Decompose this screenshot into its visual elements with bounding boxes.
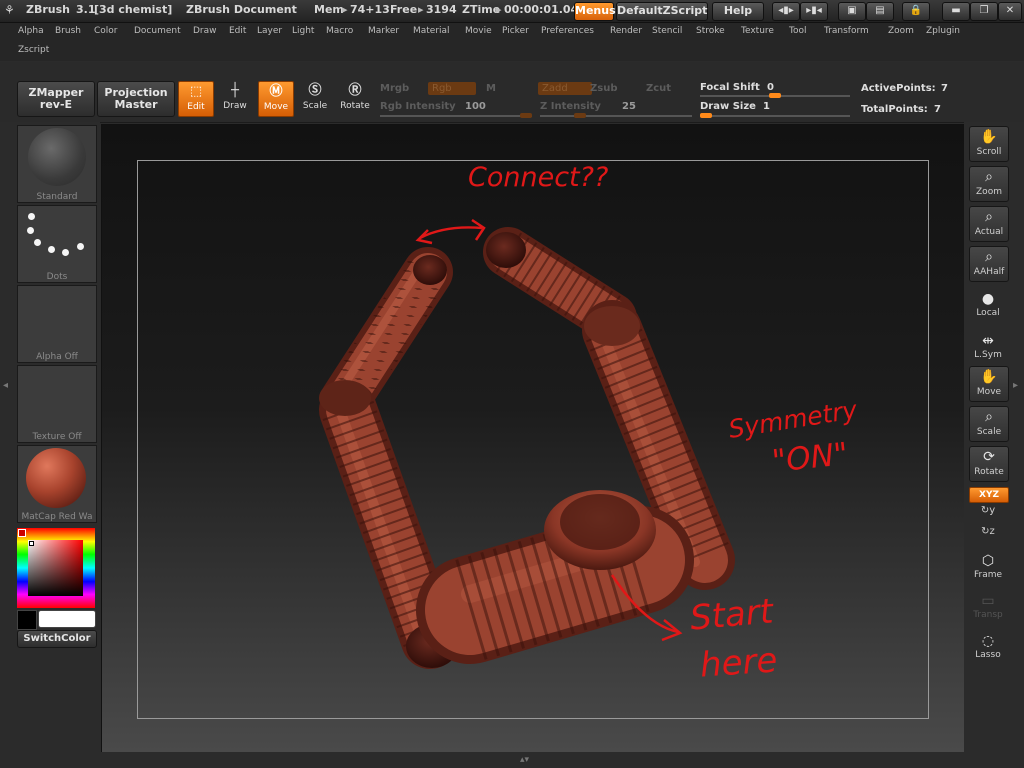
- left-joint-sphere[interactable]: [319, 380, 371, 416]
- local-icon: ●: [981, 291, 995, 307]
- aahalf-button[interactable]: ⌕ AAHalf: [969, 246, 1009, 282]
- bottom-tray-arrow-icon[interactable]: ▴▾: [520, 755, 529, 765]
- scroll-button[interactable]: ✋ Scroll: [969, 126, 1009, 162]
- actual-size-icon: ⌕: [985, 209, 993, 225]
- scale-view-icon: ⌕: [985, 409, 993, 425]
- start-sphere-shadow: [560, 494, 640, 550]
- right-tray-arrow-icon[interactable]: ▸: [1013, 380, 1021, 410]
- local-button[interactable]: ● Local: [969, 290, 1007, 318]
- transp-button[interactable]: ▭ Transp: [969, 592, 1007, 620]
- zoom-button[interactable]: ⌕ Zoom: [969, 166, 1009, 202]
- xyz-button[interactable]: XYZ: [969, 487, 1009, 503]
- lsym-icon: ⇹: [982, 333, 994, 349]
- zsphere-model[interactable]: [0, 0, 1024, 768]
- right-tip-sphere[interactable]: [486, 232, 526, 268]
- bottom-segment[interactable]: [416, 490, 694, 664]
- scale-view-button[interactable]: ⌕ Scale: [969, 406, 1009, 442]
- left-upper-segment[interactable]: [320, 247, 453, 425]
- rotate-view-button[interactable]: ⟳ Rotate: [969, 446, 1009, 482]
- left-tip-sphere[interactable]: [413, 255, 447, 285]
- start-annotation: Start: [688, 591, 775, 639]
- rotate-view-icon: ⟳: [983, 449, 995, 465]
- move-hand-icon: ✋: [980, 369, 998, 385]
- zoom-icon: ⌕: [985, 169, 993, 185]
- scroll-hand-icon: ✋: [980, 129, 998, 145]
- frame-button[interactable]: ⬡ Frame: [969, 552, 1007, 580]
- transp-icon: ▭: [981, 593, 995, 609]
- lasso-icon: ◌: [981, 633, 995, 649]
- connect-annotation: Connect??: [468, 162, 609, 193]
- lasso-button[interactable]: ◌ Lasso: [969, 632, 1007, 660]
- lsym-button[interactable]: ⇹ L.Sym: [969, 332, 1007, 360]
- frame-cube-icon: ⬡: [981, 553, 995, 569]
- y-axis-rotate-icon[interactable]: ↻y: [969, 505, 1007, 516]
- aahalf-icon: ⌕: [985, 249, 993, 265]
- connect-arrow: [419, 226, 483, 240]
- here-annotation: here: [698, 640, 779, 686]
- right-upper-segment[interactable]: [483, 227, 637, 343]
- bottom-tray: ▴▾: [0, 752, 1024, 768]
- z-axis-rotate-icon[interactable]: ↻z: [969, 526, 1007, 537]
- move-view-button[interactable]: ✋ Move: [969, 366, 1009, 402]
- actual-button[interactable]: ⌕ Actual: [969, 206, 1009, 242]
- right-joint-sphere[interactable]: [584, 306, 640, 346]
- connect-arrow-right-head: [471, 218, 486, 241]
